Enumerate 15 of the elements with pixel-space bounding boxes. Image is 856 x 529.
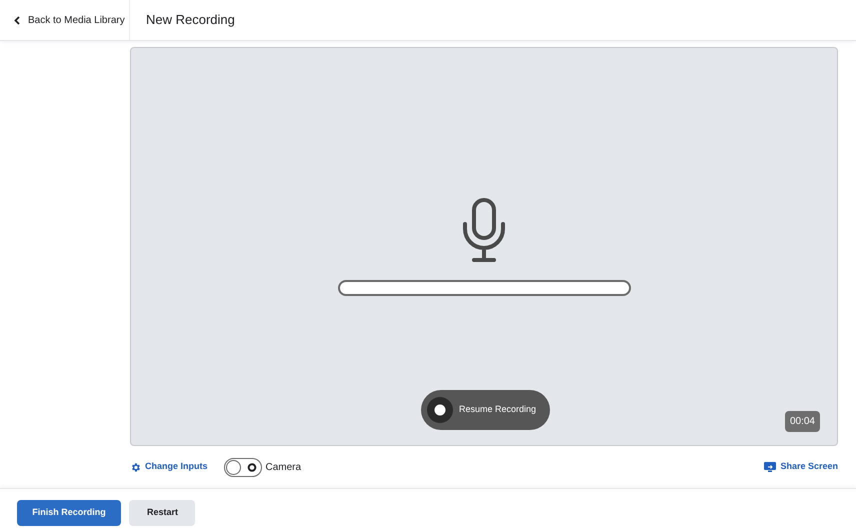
camera-toggle[interactable] bbox=[224, 458, 262, 476]
finish-recording-button[interactable]: Finish Recording bbox=[17, 500, 121, 526]
back-link[interactable]: Back to Media Library bbox=[0, 0, 130, 40]
chevron-left-icon bbox=[14, 16, 20, 24]
resume-recording-button[interactable]: Resume Recording bbox=[421, 390, 550, 430]
restart-button[interactable]: Restart bbox=[129, 500, 195, 526]
record-icon bbox=[427, 397, 453, 423]
share-screen-link[interactable]: Share Screen bbox=[764, 460, 838, 474]
monitor-icon bbox=[764, 462, 776, 472]
settings-icon bbox=[130, 462, 141, 472]
change-inputs-link[interactable]: Change Inputs bbox=[130, 460, 208, 474]
camera-label: Camera bbox=[266, 460, 302, 474]
elapsed-time: 00:04 bbox=[784, 411, 820, 432]
microphone-icon bbox=[460, 198, 508, 264]
page-title: New Recording bbox=[146, 11, 235, 30]
